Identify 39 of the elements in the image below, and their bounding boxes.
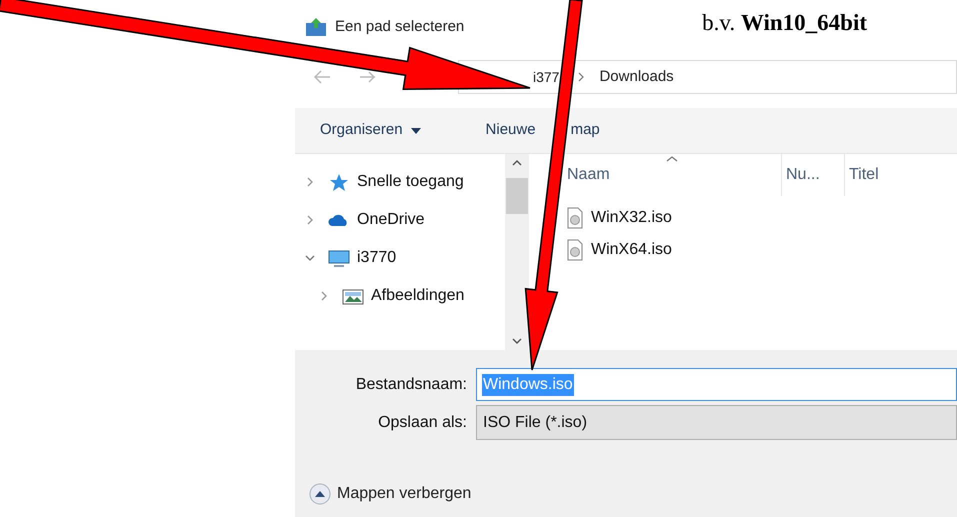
field-label: Bestandsnaam: [354, 374, 468, 394]
organize-menu-button[interactable]: Organiseren [320, 119, 421, 142]
expand-chevron-icon[interactable] [319, 291, 329, 301]
sort-ascending-icon[interactable] [666, 156, 678, 162]
annotation-text: b.v. Win10_64bit [702, 9, 867, 37]
file-type-dropdown[interactable]: ISO File (*.iso) [476, 405, 957, 440]
tree-item[interactable]: OneDrive [357, 208, 425, 232]
chevron-icon [577, 72, 586, 82]
tree-item[interactable]: Afbeeldingen [371, 284, 464, 308]
collapse-up-icon [309, 483, 331, 505]
monitor-icon [328, 248, 350, 268]
disc-image-file-icon [567, 239, 583, 261]
disc-image-file-icon [567, 207, 583, 229]
scrollbar-thumb[interactable] [506, 178, 528, 214]
file-name[interactable]: WinX32.iso [591, 206, 672, 230]
expand-chevron-icon[interactable] [305, 215, 315, 225]
back-icon[interactable] [313, 70, 331, 84]
scroll-down-icon[interactable] [512, 338, 522, 344]
expand-chevron-icon[interactable] [305, 177, 315, 187]
scrollbar[interactable] [505, 154, 529, 350]
new-folder-label[interactable]: Nieuwe [486, 119, 536, 142]
column-header[interactable]: Titel [845, 154, 957, 196]
breadcrumb[interactable]: i377 [533, 66, 560, 88]
file-name[interactable]: WinX64.iso [591, 238, 672, 262]
address-bar[interactable]: i377 Downloads [458, 60, 957, 94]
hide-folders-button[interactable]: Mappen verbergen [309, 482, 957, 506]
folder-icon [305, 17, 327, 38]
tree-item[interactable]: i3770 [357, 246, 396, 270]
collapse-chevron-icon[interactable] [305, 253, 315, 263]
forward-icon[interactable] [359, 71, 377, 83]
breadcrumb[interactable]: Downloads [599, 66, 674, 88]
column-header[interactable]: Nu... [782, 154, 845, 196]
scroll-up-icon[interactable] [512, 160, 522, 166]
dropdown-caret-icon [410, 128, 421, 134]
star-icon [328, 172, 350, 192]
field-label: Opslaan als: [377, 412, 468, 432]
new-folder-label[interactable]: map [570, 119, 600, 142]
dialog-title: Een pad selecteren [335, 17, 464, 37]
tree-item[interactable]: Snelle toegang [357, 170, 464, 194]
